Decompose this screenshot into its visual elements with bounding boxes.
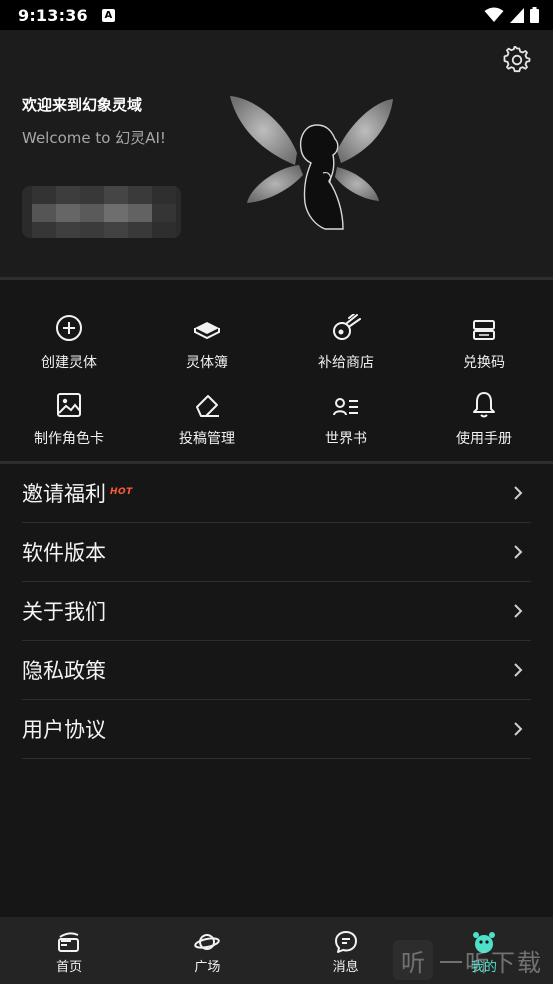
- account-id-pill[interactable]: [22, 186, 181, 238]
- settings-button[interactable]: [502, 45, 532, 75]
- plus-circle-icon: [56, 315, 82, 341]
- grid-item-supply-shop[interactable]: 补给商店: [277, 310, 415, 382]
- bell-icon: [473, 392, 495, 418]
- eraser-icon: [196, 395, 219, 417]
- tab-label: 广场: [194, 960, 221, 975]
- grid-item-make-card[interactable]: 制作角色卡: [0, 386, 138, 458]
- feature-grid: 创建灵体 灵体簿 补给商店 兑换码 制作角色卡 投稿管理 世界书 使用手册: [0, 280, 553, 462]
- grid-item-create-spirit[interactable]: 创建灵体: [0, 310, 138, 382]
- settings-menu: 邀请福利 HOT 软件版本 关于我们 隐私政策 用户协议: [22, 464, 531, 759]
- profile-header: 欢迎来到幻象灵域 Welcome to 幻灵AI!: [0, 30, 553, 277]
- grid-label: 使用手册: [456, 431, 512, 447]
- message-icon: [334, 931, 357, 953]
- menu-item-user-agreement[interactable]: 用户协议: [22, 700, 531, 759]
- status-time: 9:13:36: [18, 5, 88, 25]
- watermark: 听 一听下载: [393, 940, 553, 980]
- watermark-logo: 听: [393, 940, 433, 980]
- status-bar: 9:13:36 A: [0, 0, 553, 30]
- notification-a-icon: A: [101, 8, 115, 22]
- grid-item-spirit-book[interactable]: 灵体簿: [138, 310, 276, 382]
- mosaic-blur: [32, 186, 176, 238]
- chevron-right-icon: [514, 722, 523, 736]
- book-stack-icon: [194, 322, 220, 340]
- grid-label: 兑换码: [463, 355, 505, 371]
- menu-item-about[interactable]: 关于我们: [22, 582, 531, 641]
- welcome-title: 欢迎来到幻象灵域: [22, 96, 143, 114]
- watermark-text: 一听下载: [439, 948, 543, 977]
- meteor-icon: [333, 314, 361, 340]
- menu-item-invite[interactable]: 邀请福利 HOT: [22, 464, 531, 523]
- ticket-icon: [473, 320, 495, 340]
- grid-item-submissions[interactable]: 投稿管理: [138, 386, 276, 458]
- menu-label: 用户协议: [22, 718, 106, 742]
- grid-item-manual[interactable]: 使用手册: [415, 386, 553, 458]
- battery-icon: [530, 7, 539, 23]
- welcome-subtitle: Welcome to 幻灵AI!: [22, 129, 166, 147]
- grid-item-world-book[interactable]: 世界书: [277, 386, 415, 458]
- chevron-right-icon: [514, 545, 523, 559]
- gear-icon: [503, 46, 531, 73]
- status-icons: [484, 7, 539, 23]
- image-icon: [57, 393, 81, 417]
- chevron-right-icon: [514, 604, 523, 618]
- grid-item-redeem-code[interactable]: 兑换码: [415, 310, 553, 382]
- menu-label: 隐私政策: [22, 659, 106, 683]
- chevron-right-icon: [514, 486, 523, 500]
- grid-label: 世界书: [325, 431, 367, 447]
- tab-label: 消息: [332, 960, 359, 975]
- menu-item-version[interactable]: 软件版本: [22, 523, 531, 582]
- signal-icon: [510, 7, 524, 23]
- wifi-icon: [484, 7, 504, 22]
- menu-item-privacy[interactable]: 隐私政策: [22, 641, 531, 700]
- tab-label: 首页: [56, 960, 83, 975]
- menu-label: 软件版本: [22, 541, 106, 565]
- menu-label: 邀请福利: [22, 482, 106, 506]
- home-icon: [58, 932, 80, 952]
- planet-icon: [194, 934, 221, 950]
- grid-label: 灵体簿: [186, 355, 228, 371]
- hot-badge: HOT: [110, 487, 133, 497]
- chevron-right-icon: [514, 663, 523, 677]
- menu-label: 关于我们: [22, 600, 106, 624]
- grid-label: 补给商店: [318, 355, 374, 371]
- grid-label: 创建灵体: [41, 355, 97, 371]
- grid-label: 投稿管理: [179, 431, 235, 447]
- tab-home[interactable]: 首页: [0, 917, 138, 984]
- contacts-list-icon: [333, 398, 358, 416]
- tab-square[interactable]: 广场: [138, 917, 276, 984]
- grid-label: 制作角色卡: [34, 431, 104, 447]
- fairy-illustration: [230, 96, 393, 230]
